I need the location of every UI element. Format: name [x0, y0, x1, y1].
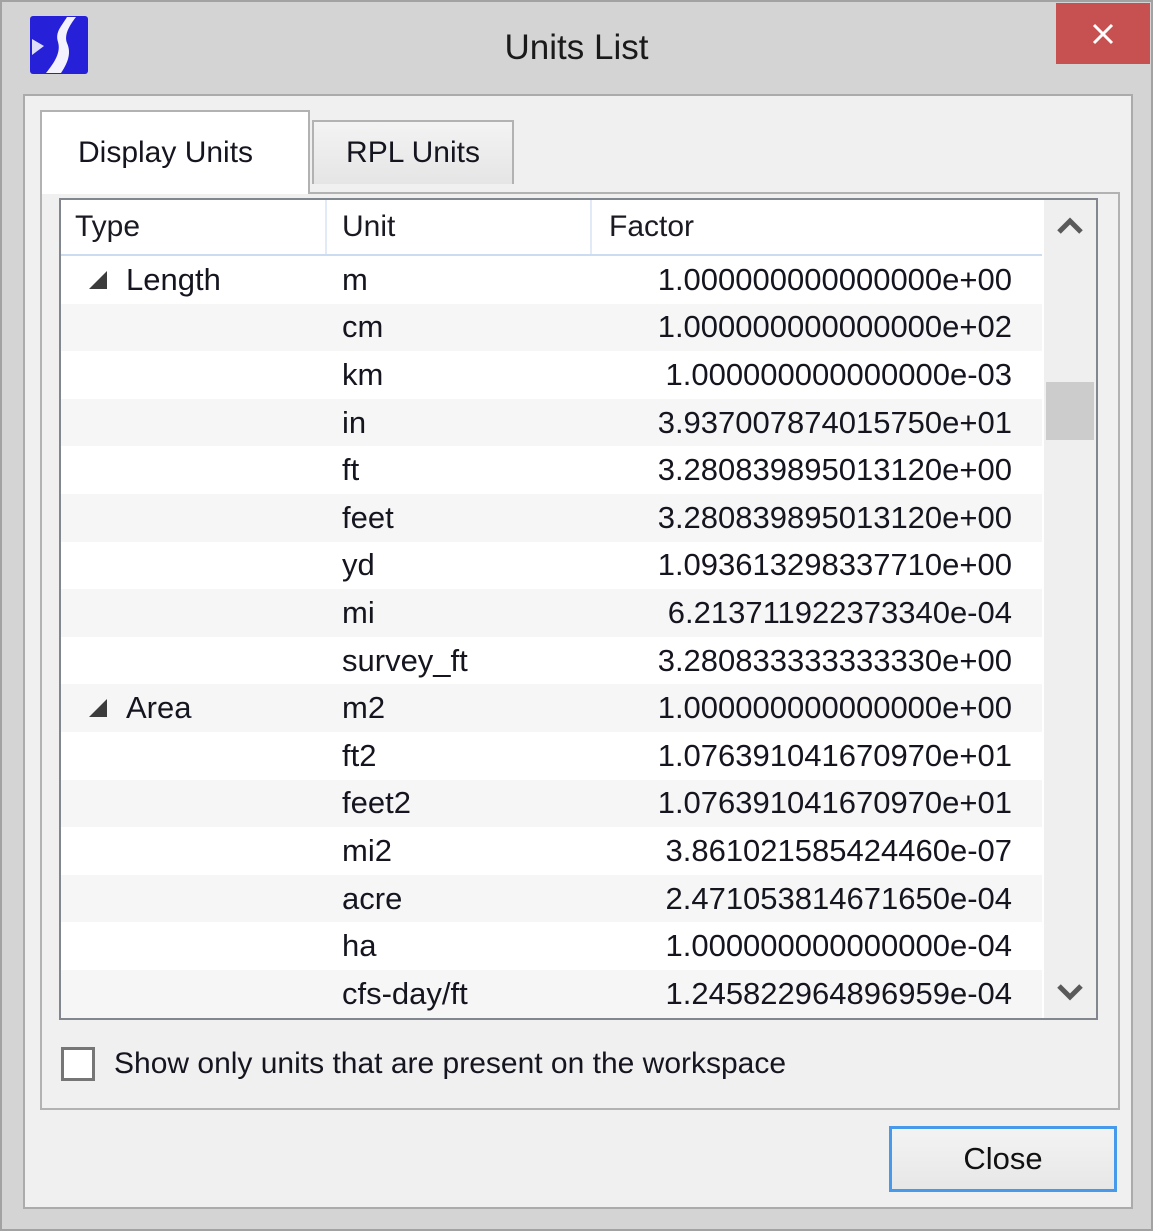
type-cell [61, 304, 327, 352]
type-cell [61, 351, 327, 399]
type-cell [61, 780, 327, 828]
unit-cell: cfs-day/ft [327, 970, 592, 1018]
expanded-triangle-icon[interactable] [87, 269, 109, 291]
type-cell [61, 542, 327, 590]
column-header-factor[interactable]: Factor [592, 200, 1042, 254]
factor-cell: 2.471053814671650e-04 [592, 875, 1042, 923]
factor-cell: 1.000000000000000e+00 [592, 684, 1042, 732]
type-group-label: Area [126, 690, 191, 726]
column-header-type-label: Type [75, 210, 140, 244]
chevron-down-icon [1055, 983, 1085, 1001]
tab-rpl-units-label: RPL Units [346, 136, 480, 170]
type-cell [61, 399, 327, 447]
column-header-factor-label: Factor [609, 210, 694, 244]
unit-cell: ft [327, 446, 592, 494]
factor-cell: 3.937007874015750e+01 [592, 399, 1042, 447]
title-bar[interactable]: Units List [2, 2, 1151, 94]
column-header-unit-label: Unit [342, 210, 395, 244]
factor-cell: 3.861021585424460e-07 [592, 827, 1042, 875]
table-row[interactable]: feet2 1.076391041670970e+01 [61, 780, 1042, 828]
table-row[interactable]: in 3.937007874015750e+01 [61, 399, 1042, 447]
dialog-body-panel: Display Units RPL Units Type Unit Factor [23, 94, 1133, 1209]
type-cell [61, 875, 327, 923]
scroll-down-button[interactable] [1044, 968, 1096, 1016]
factor-cell: 3.280833333333330e+00 [592, 637, 1042, 685]
table-row[interactable]: acre 2.471053814671650e-04 [61, 875, 1042, 923]
table-row[interactable]: Area m2 1.000000000000000e+00 [61, 684, 1042, 732]
factor-cell: 1.076391041670970e+01 [592, 732, 1042, 780]
factor-cell: 1.000000000000000e+00 [592, 256, 1042, 304]
table-row[interactable]: cfs-day/ft 1.245822964896959e-04 [61, 970, 1042, 1018]
table-row[interactable]: survey_ft 3.280833333333330e+00 [61, 637, 1042, 685]
factor-cell: 1.000000000000000e-04 [592, 922, 1042, 970]
unit-cell: in [327, 399, 592, 447]
unit-cell: ha [327, 922, 592, 970]
factor-cell: 1.000000000000000e+02 [592, 304, 1042, 352]
unit-cell: m2 [327, 684, 592, 732]
unit-cell: cm [327, 304, 592, 352]
table-body: Length m 1.000000000000000e+00 cm 1.0000… [61, 256, 1042, 1018]
tab-display-units-label: Display Units [78, 136, 253, 170]
factor-cell: 6.213711922373340e-04 [592, 589, 1042, 637]
table-row[interactable]: ha 1.000000000000000e-04 [61, 922, 1042, 970]
tab-rpl-units[interactable]: RPL Units [312, 120, 514, 184]
unit-cell: mi [327, 589, 592, 637]
scrollbar-thumb[interactable] [1046, 382, 1094, 440]
factor-cell: 1.000000000000000e-03 [592, 351, 1042, 399]
chevron-up-icon [1055, 217, 1085, 235]
unit-cell: ft2 [327, 732, 592, 780]
table-row[interactable]: mi 6.213711922373340e-04 [61, 589, 1042, 637]
table-row[interactable]: cm 1.000000000000000e+02 [61, 304, 1042, 352]
type-cell: Length [61, 256, 327, 304]
table-row[interactable]: mi2 3.861021585424460e-07 [61, 827, 1042, 875]
tab-display-units[interactable]: Display Units [40, 110, 310, 194]
factor-cell: 3.280839895013120e+00 [592, 446, 1042, 494]
titlebar-close-button[interactable] [1056, 3, 1150, 64]
column-header-type[interactable]: Type [61, 200, 327, 254]
type-cell [61, 637, 327, 685]
close-button[interactable]: Close [889, 1126, 1117, 1192]
expanded-triangle-icon[interactable] [87, 697, 109, 719]
type-cell [61, 494, 327, 542]
unit-cell: feet2 [327, 780, 592, 828]
workspace-filter-row: Show only units that are present on the … [61, 1044, 786, 1084]
type-cell [61, 827, 327, 875]
close-button-label: Close [963, 1141, 1042, 1177]
scroll-up-button[interactable] [1044, 202, 1096, 250]
table-row[interactable]: yd 1.093613298337710e+00 [61, 542, 1042, 590]
table-row[interactable]: km 1.000000000000000e-03 [61, 351, 1042, 399]
type-cell [61, 922, 327, 970]
units-table: Type Unit Factor Length m 1.000000000000… [59, 198, 1098, 1020]
unit-cell: m [327, 256, 592, 304]
unit-cell: survey_ft [327, 637, 592, 685]
unit-cell: km [327, 351, 592, 399]
factor-cell: 3.280839895013120e+00 [592, 494, 1042, 542]
factor-cell: 1.076391041670970e+01 [592, 780, 1042, 828]
x-cross-icon [1090, 21, 1116, 47]
type-cell [61, 589, 327, 637]
table-header: Type Unit Factor [61, 200, 1042, 256]
table-row[interactable]: ft 3.280839895013120e+00 [61, 446, 1042, 494]
workspace-filter-label: Show only units that are present on the … [114, 1047, 786, 1081]
unit-cell: feet [327, 494, 592, 542]
table-row[interactable]: Length m 1.000000000000000e+00 [61, 256, 1042, 304]
table-row[interactable]: ft2 1.076391041670970e+01 [61, 732, 1042, 780]
units-list-dialog: Units List Display Units RPL Units Type [0, 0, 1153, 1231]
type-group-label: Length [126, 262, 221, 298]
vertical-scrollbar[interactable] [1044, 200, 1096, 1018]
type-cell: Area [61, 684, 327, 732]
display-units-pane: Type Unit Factor Length m 1.000000000000… [40, 192, 1120, 1110]
unit-cell: yd [327, 542, 592, 590]
column-header-unit[interactable]: Unit [327, 200, 592, 254]
type-cell [61, 732, 327, 780]
table-row[interactable]: feet 3.280839895013120e+00 [61, 494, 1042, 542]
window-title: Units List [2, 2, 1151, 94]
type-cell [61, 446, 327, 494]
type-cell [61, 970, 327, 1018]
factor-cell: 1.093613298337710e+00 [592, 542, 1042, 590]
factor-cell: 1.245822964896959e-04 [592, 970, 1042, 1018]
unit-cell: acre [327, 875, 592, 923]
workspace-filter-checkbox[interactable] [61, 1047, 95, 1081]
unit-cell: mi2 [327, 827, 592, 875]
